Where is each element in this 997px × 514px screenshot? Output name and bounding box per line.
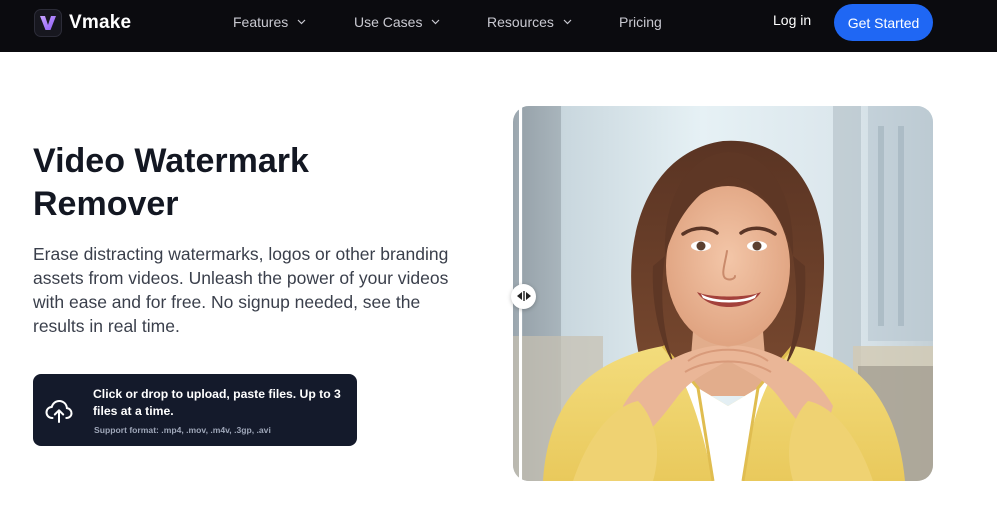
woman-preview-image: [513, 106, 933, 481]
login-link[interactable]: Log in: [773, 12, 811, 28]
page-title-line-1: Video Watermark: [33, 142, 309, 180]
vmake-logo-icon: [34, 9, 62, 37]
brand-logo[interactable]: Vmake: [34, 9, 131, 37]
upload-cloud-icon: [44, 396, 74, 426]
get-started-button[interactable]: Get Started: [834, 4, 933, 41]
nav-use-cases-label: Use Cases: [354, 14, 423, 30]
chevron-down-icon: [431, 18, 440, 27]
chevron-down-icon: [297, 18, 306, 27]
brand-name: Vmake: [69, 12, 132, 33]
upload-dropzone[interactable]: Click or drop to upload, paste files. Up…: [33, 374, 357, 446]
nav-pricing[interactable]: Pricing: [619, 12, 662, 32]
compare-arrows-icon: [516, 288, 532, 306]
chevron-down-icon: [563, 18, 572, 27]
nav-use-cases[interactable]: Use Cases: [354, 12, 440, 32]
page-title: Video Watermark Remover: [33, 140, 373, 226]
nav-pricing-label: Pricing: [619, 14, 662, 30]
nav-features-label: Features: [233, 14, 289, 30]
page-title-line-2: Remover: [33, 185, 179, 223]
supported-formats: Support format: .mp4, .mov, .m4v, .3gp, …: [94, 425, 271, 435]
before-after-preview: [513, 106, 933, 481]
hero-description: Erase distracting watermarks, logos or o…: [33, 244, 449, 336]
nav-resources[interactable]: Resources: [487, 12, 572, 32]
top-navigation-bar: Vmake Features Use Cases Resources Prici…: [0, 0, 997, 52]
nav-resources-label: Resources: [487, 14, 554, 30]
nav-features[interactable]: Features: [233, 12, 306, 32]
compare-slider-handle[interactable]: [511, 284, 536, 309]
upload-instructions: Click or drop to upload, paste files. Up…: [93, 387, 341, 418]
